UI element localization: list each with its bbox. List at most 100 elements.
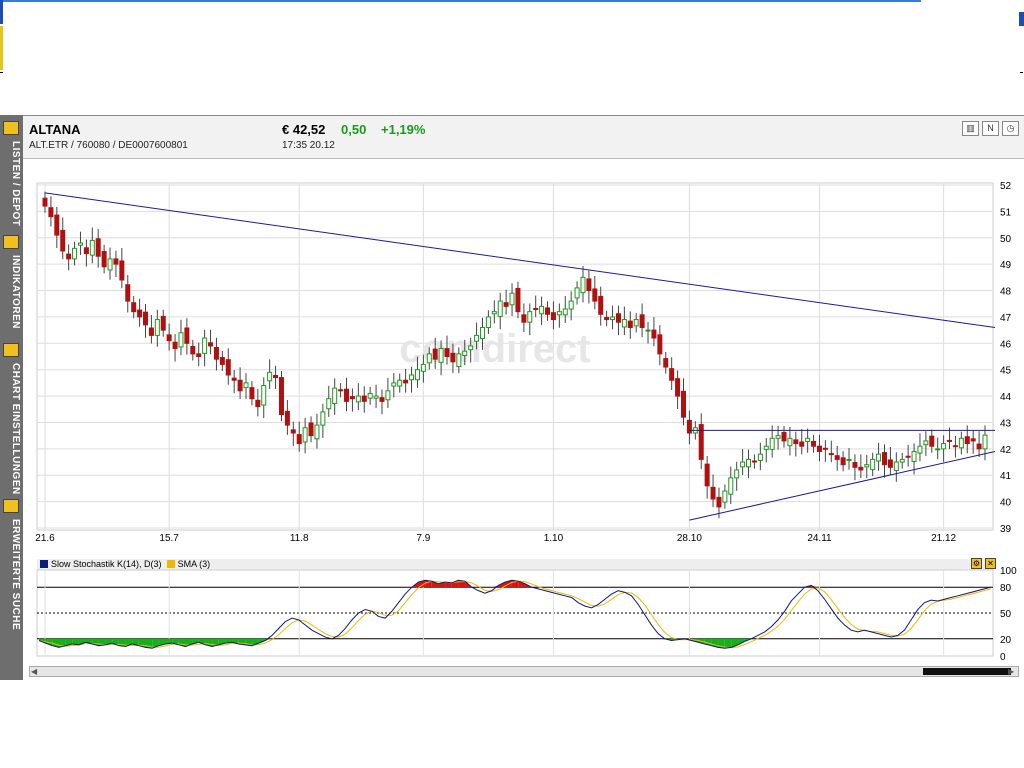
candle-body: [48, 207, 54, 218]
price-y-tick-label: 44: [1000, 392, 1012, 403]
price-x-tick-label: 24.11: [807, 533, 832, 544]
candle-body: [137, 309, 143, 318]
candle-body: [881, 452, 887, 466]
candle-body: [296, 434, 302, 445]
candle-body: [338, 389, 344, 392]
sidebar-item-label: INDIKATOREN: [10, 255, 21, 330]
candle-body: [716, 496, 722, 508]
stoch-y-tick-label: 50: [1000, 609, 1012, 620]
candle-body: [154, 319, 160, 336]
candle-body: [876, 453, 882, 462]
candle-body: [805, 437, 811, 442]
candle-body: [113, 258, 119, 265]
candle-body: [941, 443, 947, 450]
candle-body: [562, 308, 568, 316]
candle-body: [190, 345, 196, 355]
scroll-left-icon[interactable]: ◀: [31, 667, 40, 676]
candle-body: [680, 390, 686, 418]
candle-body: [320, 411, 326, 426]
candle-body: [444, 348, 450, 357]
left-accent-marker-yellow: [0, 26, 3, 70]
candle-body: [657, 334, 663, 355]
candle-body: [326, 398, 332, 410]
candle-body: [556, 311, 562, 316]
candle-body: [935, 448, 941, 451]
scroll-right-icon[interactable]: ▶: [1008, 667, 1017, 676]
price-x-tick-label: 21.12: [931, 533, 956, 544]
candle-body: [302, 427, 308, 443]
candle-body: [308, 422, 314, 437]
watermark-logo: comdirect: [399, 327, 590, 371]
candle-body: [870, 458, 876, 470]
candle-body: [515, 287, 521, 313]
candle-body: [864, 464, 870, 468]
candle-body: [397, 379, 403, 387]
candle-body: [899, 458, 905, 463]
candle-body: [757, 453, 763, 461]
candle-body: [929, 435, 935, 447]
candle-body: [728, 477, 734, 495]
close-icon: ✕: [987, 559, 994, 568]
price-x-tick-label: 1.10: [544, 533, 564, 544]
scrollbar-thumb[interactable]: [923, 668, 1011, 675]
candle-body: [349, 396, 355, 400]
sidebar-item-erweiterte-suche[interactable]: ERWEITERTE SUCHE: [0, 497, 23, 631]
candle-body: [385, 390, 391, 401]
sidebar-item-chart-einstellungen[interactable]: CHART EINSTELLUNGEN: [0, 341, 23, 495]
candle-body: [763, 445, 769, 450]
candle-body: [54, 214, 60, 236]
candle-body: [923, 440, 929, 446]
candle-body: [290, 429, 296, 434]
sidebar-item-label: ERWEITERTE SUCHE: [10, 519, 21, 631]
candle-body: [627, 320, 633, 328]
candle-body: [781, 431, 787, 442]
price-x-tick-label: 15.7: [159, 533, 179, 544]
candle-body: [580, 276, 586, 294]
indicator-close-button[interactable]: ✕: [985, 558, 996, 569]
edge-tick-right: [1020, 72, 1023, 73]
price-chart: 39 40 41 42 43 44 45 46 47 48 49 50 51 52 21.6 15.7 11.8…: [35, 181, 1017, 663]
stoch-y-tick-label: 80: [1000, 583, 1012, 594]
price-y-tick-label: 47: [1000, 313, 1012, 324]
candle-body: [964, 436, 970, 445]
candle-body: [219, 357, 225, 365]
candle-body: [568, 300, 574, 310]
sidebar-item-indikatoren[interactable]: INDIKATOREN: [0, 233, 23, 341]
candle-body: [840, 457, 846, 466]
candle-body: [474, 334, 480, 342]
candle-body: [166, 334, 172, 342]
candle-body: [89, 239, 95, 256]
candle-body: [952, 445, 958, 448]
candle-body: [722, 490, 728, 503]
price-y-tick-label: 41: [1000, 471, 1012, 482]
candle-body: [550, 312, 556, 321]
price-y-tick-label: 43: [1000, 418, 1012, 429]
indicator-icon: [3, 235, 19, 249]
candle-body: [432, 348, 438, 360]
candle-body: [615, 313, 621, 323]
price-y-tick-label: 40: [1000, 498, 1012, 509]
price-x-tick-label: 21.6: [35, 533, 55, 544]
candle-body: [509, 292, 515, 306]
stoch-y-tick-label: 0: [1000, 652, 1006, 663]
right-accent-marker: [1019, 12, 1024, 26]
candle-body: [793, 439, 799, 445]
candle-body: [66, 253, 72, 260]
price-y-tick-label: 51: [1000, 207, 1012, 218]
horizontal-scrollbar[interactable]: ◀ ▶: [29, 666, 1019, 677]
candle-body: [355, 395, 361, 403]
indicator-settings-button[interactable]: ⚙: [971, 558, 982, 569]
candle-body: [852, 462, 858, 468]
candle-body: [361, 395, 367, 402]
price-x-tick-label: 28.10: [677, 533, 702, 544]
candle-body: [278, 377, 284, 416]
candle-body: [344, 388, 350, 402]
candle-body: [521, 314, 527, 323]
candle-body: [160, 315, 166, 331]
candle-body: [958, 437, 964, 449]
candle-body: [60, 229, 66, 252]
candle-body: [917, 445, 923, 454]
candle-body: [202, 337, 208, 354]
sidebar-item-listen-depot[interactable]: LISTEN / DEPOT: [0, 119, 23, 229]
candle-body: [249, 387, 255, 400]
